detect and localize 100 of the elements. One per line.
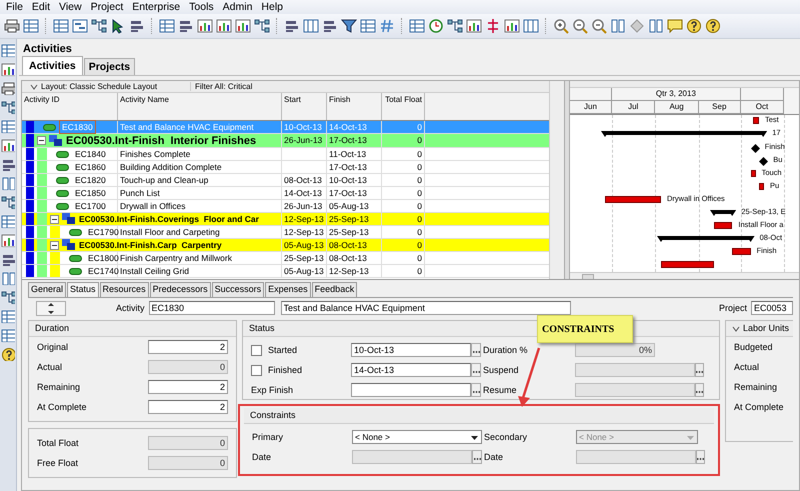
network-icon[interactable]: [1, 100, 15, 114]
bars-icon[interactable]: [129, 18, 145, 34]
table-row[interactable]: EC1800 Finish Carpentry and Millwork 25-Sep-13 08-Oct-13 0: [22, 252, 549, 265]
browse-button[interactable]: [471, 363, 481, 377]
columns-icon[interactable]: [303, 18, 319, 34]
table-icon[interactable]: [159, 18, 175, 34]
split-icon[interactable]: [610, 18, 626, 34]
table-row[interactable]: EC1860 Building Addition Complete 17-Oct-13 0: [22, 161, 549, 174]
date-field[interactable]: 14-Oct-13: [351, 363, 471, 377]
project-field[interactable]: EC0053: [751, 301, 793, 315]
tab[interactable]: Feedback: [312, 282, 358, 297]
tab[interactable]: Activities: [22, 56, 83, 75]
browse-button[interactable]: [471, 383, 481, 397]
table-row[interactable]: EC1740 Install Ceiling Grid 05-Aug-13 12-Sep-13 0: [22, 265, 549, 278]
collapse-icon[interactable]: [50, 240, 59, 250]
menu-item[interactable]: Help: [261, 0, 284, 14]
table-icon[interactable]: [409, 18, 425, 34]
chart-icon[interactable]: [216, 18, 232, 34]
number-field[interactable]: 2: [148, 380, 228, 394]
table-icon[interactable]: [23, 18, 39, 34]
table-icon[interactable]: [1, 214, 15, 228]
speech-bubble-icon[interactable]: [667, 18, 683, 34]
table-row[interactable]: EC00530.Int-Finish.Carp Carpentry 05-Aug-13 08-Oct-13 0: [22, 239, 549, 252]
date-field[interactable]: [351, 383, 471, 397]
menu-item[interactable]: Tools: [189, 0, 214, 14]
number-field[interactable]: 2: [148, 340, 228, 354]
tab[interactable]: Status: [67, 282, 99, 297]
diamond-icon[interactable]: [629, 18, 645, 34]
chart-icon[interactable]: [1, 233, 15, 247]
filter-icon[interactable]: [341, 18, 357, 34]
table-row[interactable]: EC00530.Int-Finish.Coverings Floor and Car 12-Sep-13 25-Sep-13 0: [22, 213, 549, 226]
layout-dropdown[interactable]: Layout: Classic Schedule Layout: [22, 82, 191, 91]
tab[interactable]: General: [28, 282, 66, 297]
number-field[interactable]: 2: [148, 400, 228, 414]
browse-button[interactable]: [472, 450, 482, 464]
table-row[interactable]: EC1840 Finishes Complete 11-Oct-13 0: [22, 148, 549, 161]
bars-icon[interactable]: [284, 18, 300, 34]
menu-item[interactable]: Admin: [222, 0, 252, 14]
split-icon[interactable]: [648, 18, 664, 34]
menu-item[interactable]: File: [6, 0, 23, 14]
clock-icon[interactable]: [428, 18, 444, 34]
chart-icon[interactable]: [504, 18, 520, 34]
network-icon[interactable]: [447, 18, 463, 34]
table-icon[interactable]: [1, 43, 15, 57]
tab[interactable]: Expenses: [265, 282, 311, 297]
date-field[interactable]: 10-Oct-13: [351, 343, 471, 357]
zoom-in-icon[interactable]: [553, 18, 569, 34]
chart-icon[interactable]: [235, 18, 251, 34]
columns-icon[interactable]: [523, 18, 539, 34]
group-title[interactable]: Labor Units: [726, 321, 793, 337]
zoom-out-icon[interactable]: [591, 18, 607, 34]
tab[interactable]: Predecessors: [150, 282, 211, 297]
browse-button[interactable]: [695, 363, 704, 377]
network-icon[interactable]: [1, 290, 15, 304]
browse-button[interactable]: [696, 450, 705, 464]
help-icon[interactable]: [1, 347, 15, 361]
dropdown-field[interactable]: < None >: [352, 430, 482, 444]
column-header[interactable]: Finish: [327, 93, 382, 120]
menu-item[interactable]: View: [59, 0, 82, 14]
network-icon[interactable]: [91, 18, 107, 34]
column-header[interactable]: Activity ID: [22, 93, 118, 120]
gantt-icon[interactable]: [72, 18, 88, 34]
chart-icon[interactable]: [1, 138, 15, 152]
zoom-out-icon[interactable]: [572, 18, 588, 34]
activity-name-field[interactable]: Test and Balance HVAC Equipment: [280, 301, 571, 315]
split-icon[interactable]: [1, 176, 15, 190]
help-icon[interactable]: [686, 18, 702, 34]
network-icon[interactable]: [1, 195, 15, 209]
tab[interactable]: Resources: [100, 282, 149, 297]
trace-icon[interactable]: [485, 18, 501, 34]
spinner-icon[interactable]: [36, 300, 66, 316]
tab[interactable]: Projects: [84, 58, 136, 75]
bars-icon[interactable]: [1, 157, 15, 171]
scrollbar[interactable]: [570, 272, 799, 279]
menu-item[interactable]: Edit: [32, 0, 50, 14]
table-icon[interactable]: [1, 119, 15, 133]
bars-icon[interactable]: [1, 252, 15, 266]
printer-icon[interactable]: [4, 18, 20, 34]
activity-id-field[interactable]: EC1830: [148, 301, 275, 315]
menu-item[interactable]: Project: [90, 0, 124, 14]
split-icon[interactable]: [1, 271, 15, 285]
table-icon[interactable]: [1, 309, 15, 323]
table-icon[interactable]: [1, 328, 15, 342]
network-icon[interactable]: [254, 18, 270, 34]
column-header[interactable]: Total Float: [382, 93, 425, 120]
chart-icon[interactable]: [197, 18, 213, 34]
checkbox[interactable]: [251, 364, 262, 376]
browse-button[interactable]: [695, 383, 704, 397]
table-icon[interactable]: [53, 18, 69, 34]
bars-icon[interactable]: [178, 18, 194, 34]
help-icon[interactable]: [705, 18, 721, 34]
menu-item[interactable]: Enterprise: [132, 0, 180, 14]
table-icon[interactable]: [360, 18, 376, 34]
bars-icon[interactable]: [322, 18, 338, 34]
tab[interactable]: Successors: [212, 282, 264, 297]
table-row[interactable]: EC1850 Punch List 14-Oct-13 17-Oct-13 0: [22, 187, 549, 200]
column-header[interactable]: Activity Name: [118, 93, 282, 120]
cursor-icon[interactable]: [110, 18, 126, 34]
hash-icon[interactable]: [379, 18, 395, 34]
collapse-icon[interactable]: [37, 136, 46, 145]
